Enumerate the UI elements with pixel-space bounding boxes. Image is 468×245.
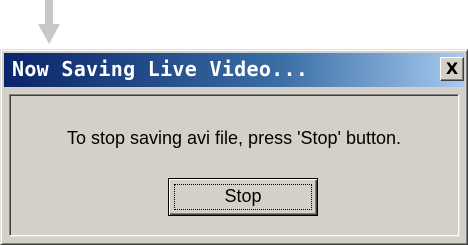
message-panel: To stop saving avi file, press 'Stop' bu… xyxy=(9,94,459,236)
dialog-title: Now Saving Live Video... xyxy=(12,57,309,81)
down-arrow-icon xyxy=(38,0,60,44)
dialog-message: To stop saving avi file, press 'Stop' bu… xyxy=(66,128,402,148)
close-button[interactable]: X xyxy=(440,57,464,81)
stop-button[interactable]: Stop xyxy=(168,178,318,216)
stop-button-label: Stop xyxy=(224,186,262,206)
dialog-titlebar[interactable]: Now Saving Live Video... X xyxy=(4,53,464,87)
close-icon: X xyxy=(445,59,459,78)
save-progress-dialog: Now Saving Live Video... X To stop savin… xyxy=(0,49,468,245)
